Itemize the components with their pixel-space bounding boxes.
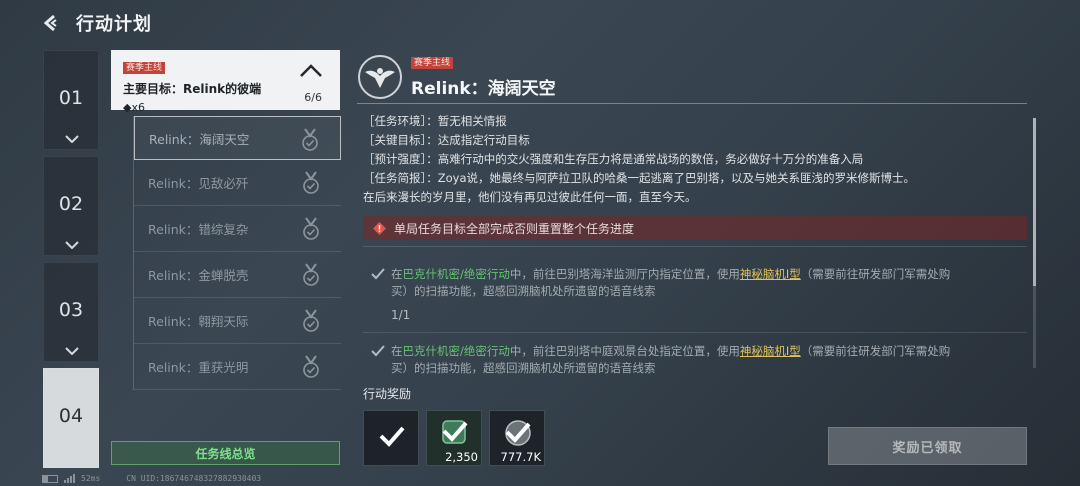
- rewards-claimed-button[interactable]: 奖励已领取: [828, 427, 1027, 465]
- divider: [363, 246, 1027, 247]
- task-text: 中，前往巴别塔海洋监测厅内指定位置，使用: [509, 267, 740, 281]
- chevron-down-icon: [65, 347, 79, 355]
- main-goal-card[interactable]: 赛季主线 主要目标：Relink的彼端 ◆x6 6/6: [111, 50, 340, 114]
- warning-text: 单局任务目标全部完成否则重置整个任务进度: [394, 221, 635, 236]
- medal-check-icon: [303, 355, 319, 378]
- sub-mission-label: Relink：见敌必歼: [148, 176, 249, 191]
- info-value: ：暂无相关情报: [426, 114, 507, 128]
- goal-count: ◆x6: [123, 101, 145, 114]
- list-item[interactable]: Relink：金蝉脱壳: [134, 252, 341, 298]
- detail-scrollbar[interactable]: [1033, 118, 1036, 368]
- header: 行动计划: [40, 10, 152, 36]
- page-title: 行动计划: [76, 14, 152, 35]
- medal-check-icon: [303, 217, 319, 240]
- sub-mission-label: Relink：海阔天空: [149, 131, 250, 147]
- task-text: 在: [391, 344, 403, 358]
- info-key: ［关键目标］: [363, 133, 427, 147]
- warning-icon: [373, 221, 386, 235]
- info-value: ：Zoya说，她最终与阿萨拉卫队的哈桑一起逃离了巴别塔，以及与她关系匪浅的罗米修…: [426, 171, 916, 185]
- task-item-link[interactable]: 神秘脑机Ⅰ型: [740, 267, 801, 281]
- claimed-check-icon: [442, 421, 468, 442]
- divider: [363, 332, 1027, 333]
- task-text: 买）的扫描功能，超感回溯脑机处所遗留的语音线索: [391, 284, 656, 298]
- rewards-label: 行动奖励: [363, 387, 412, 401]
- info-value: 在后来漫长的岁月里，他们没有再见过彼此任何一面，直至今天。: [363, 190, 697, 204]
- ping-value: 52ms: [81, 474, 101, 483]
- chapter-tab-03[interactable]: 03: [43, 262, 99, 362]
- chevron-left-icon[interactable]: [40, 12, 62, 34]
- task-mode: 巴克什机密/绝密行动: [402, 344, 510, 358]
- sub-mission-label: Relink：金蝉脱壳: [148, 268, 249, 283]
- task-text: （需要前往研发部门军需处购: [800, 344, 951, 358]
- season-tag: 赛季主线: [411, 57, 454, 69]
- task-text: 中，前往巴别塔中庭观景台处指定位置，使用: [509, 344, 740, 358]
- chapter-tab-01[interactable]: 01: [43, 50, 99, 150]
- medal-check-icon: [303, 171, 319, 194]
- detail-header: 赛季主线 Relink：海阔天空: [357, 54, 1027, 104]
- chapter-number: 04: [58, 405, 84, 427]
- scrollbar-thumb[interactable]: [1033, 118, 1036, 286]
- goal-progress: 6/6: [304, 91, 322, 104]
- reward-coin[interactable]: 777.7K: [489, 410, 545, 466]
- medal-check-icon: [302, 128, 318, 151]
- mission-overview-button[interactable]: 任务线总览: [111, 441, 340, 465]
- chapter-number: 01: [58, 87, 84, 109]
- claimed-check-icon: [379, 426, 405, 447]
- season-tag: 赛季主线: [123, 62, 166, 74]
- signal-icon: [64, 474, 75, 483]
- task-mode: 巴克什机密/绝密行动: [402, 267, 510, 281]
- info-key: ［任务环境］: [363, 114, 427, 128]
- list-item[interactable]: Relink：重获光明: [134, 344, 341, 390]
- chapter-tab-02[interactable]: 02: [43, 156, 99, 256]
- reward-quantity: 2,350: [445, 450, 478, 464]
- sub-mission-label: Relink：错综复杂: [148, 222, 249, 237]
- task-text: 在: [391, 267, 403, 281]
- eagle-emblem-icon: [358, 55, 402, 99]
- task-item-link[interactable]: 神秘脑机Ⅰ型: [740, 344, 801, 358]
- info-value: ：达成指定行动目标: [426, 133, 530, 147]
- battery-icon: [42, 474, 58, 483]
- chevron-up-icon[interactable]: [299, 64, 323, 78]
- info-key: ［任务简报］: [363, 171, 427, 185]
- uid-text: CN UID:1867467483278829304​03: [126, 474, 262, 483]
- chevron-down-icon: [65, 241, 79, 249]
- list-item[interactable]: Relink：见敌必歼: [134, 160, 341, 206]
- sub-mission-label: Relink：重获光明: [148, 360, 249, 375]
- check-icon: [371, 268, 385, 280]
- claimed-check-icon: [505, 422, 531, 443]
- sub-mission-list: Relink：海阔天空 Relink：见敌必歼 Relink：错综复杂 Reli…: [133, 116, 341, 390]
- goal-title: 主要目标：Relink的彼端: [123, 82, 262, 96]
- list-item[interactable]: Relink：错综复杂: [134, 206, 341, 252]
- task-objective: 在巴克什机密/绝密行动中，前往巴别塔中庭观景台处指定位置，使用神秘脑机Ⅰ型（需要…: [363, 343, 1027, 377]
- reward-item[interactable]: [363, 410, 419, 466]
- task-objective: 在巴克什机密/绝密行动中，前往巴别塔海洋监测厅内指定位置，使用神秘脑机Ⅰ型（需要…: [363, 266, 1027, 324]
- chapter-tabs: 01 02 03 04: [43, 50, 99, 474]
- mission-info: ［任务环境］：暂无相关情报 ［关键目标］：达成指定行动目标 ［预计强度］：高难行…: [363, 112, 1023, 207]
- list-item[interactable]: Relink：翱翔天际: [134, 298, 341, 344]
- list-item[interactable]: Relink：海阔天空: [134, 116, 341, 160]
- task-text: 买）的扫描功能，超感回溯脑机处所遗留的语音线索: [391, 361, 656, 375]
- chapter-number: 02: [58, 193, 84, 215]
- info-key: ［预计强度］: [363, 152, 427, 166]
- check-icon: [371, 345, 385, 357]
- medal-check-icon: [303, 309, 319, 332]
- reward-currency[interactable]: 2,350: [426, 410, 482, 466]
- detail-title: Relink：海阔天空: [411, 79, 556, 99]
- info-value: ：高难行动中的交火强度和生存压力将是通常战场的数倍，务必做好十万分的准备入局: [426, 152, 864, 166]
- reset-warning: 单局任务目标全部完成否则重置整个任务进度: [363, 216, 1027, 240]
- task-text: （需要前往研发部门军需处购: [800, 267, 951, 281]
- reward-quantity: 777.7K: [500, 450, 541, 464]
- chapter-number: 03: [58, 299, 84, 321]
- medal-check-icon: [303, 263, 319, 286]
- status-bar: 52ms CN UID:1867467483278829304​03: [42, 474, 261, 483]
- sub-mission-label: Relink：翱翔天际: [148, 314, 249, 329]
- chapter-tab-04[interactable]: 04: [43, 368, 99, 468]
- task-progress: 1/1: [391, 308, 411, 322]
- chevron-down-icon: [65, 135, 79, 143]
